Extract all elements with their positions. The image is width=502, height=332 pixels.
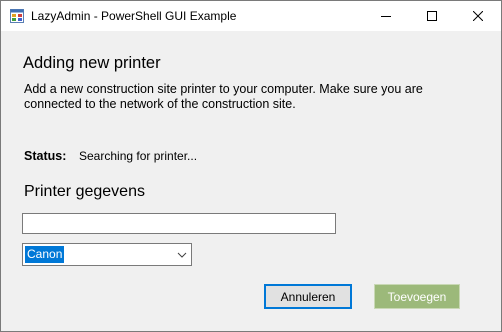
printer-brand-dropdown[interactable]: Canon [22, 243, 192, 266]
page-description: Add a new construction site printer to y… [24, 82, 423, 111]
maximize-button[interactable] [409, 1, 455, 31]
page-heading: Adding new printer [23, 54, 161, 72]
printer-name-input[interactable] [22, 213, 336, 234]
section-heading: Printer gegevens [24, 183, 145, 200]
status-label: Status: [24, 149, 67, 163]
chevron-down-icon [177, 252, 187, 258]
dropdown-selected-value: Canon [25, 246, 65, 263]
minimize-button[interactable] [363, 1, 409, 31]
cancel-button[interactable]: Annuleren [264, 284, 352, 309]
status-value: Searching for printer... [79, 149, 198, 163]
app-window: LazyAdmin - PowerShell GUI Example Addin… [0, 0, 502, 332]
windows-forms-app-icon [10, 9, 24, 23]
maximize-icon [427, 11, 437, 21]
minimize-icon [381, 16, 391, 17]
add-button[interactable]: Toevoegen [374, 284, 460, 309]
close-button[interactable] [455, 1, 501, 31]
window-title: LazyAdmin - PowerShell GUI Example [31, 9, 237, 23]
close-icon [473, 11, 483, 21]
title-bar[interactable]: LazyAdmin - PowerShell GUI Example [1, 1, 501, 31]
